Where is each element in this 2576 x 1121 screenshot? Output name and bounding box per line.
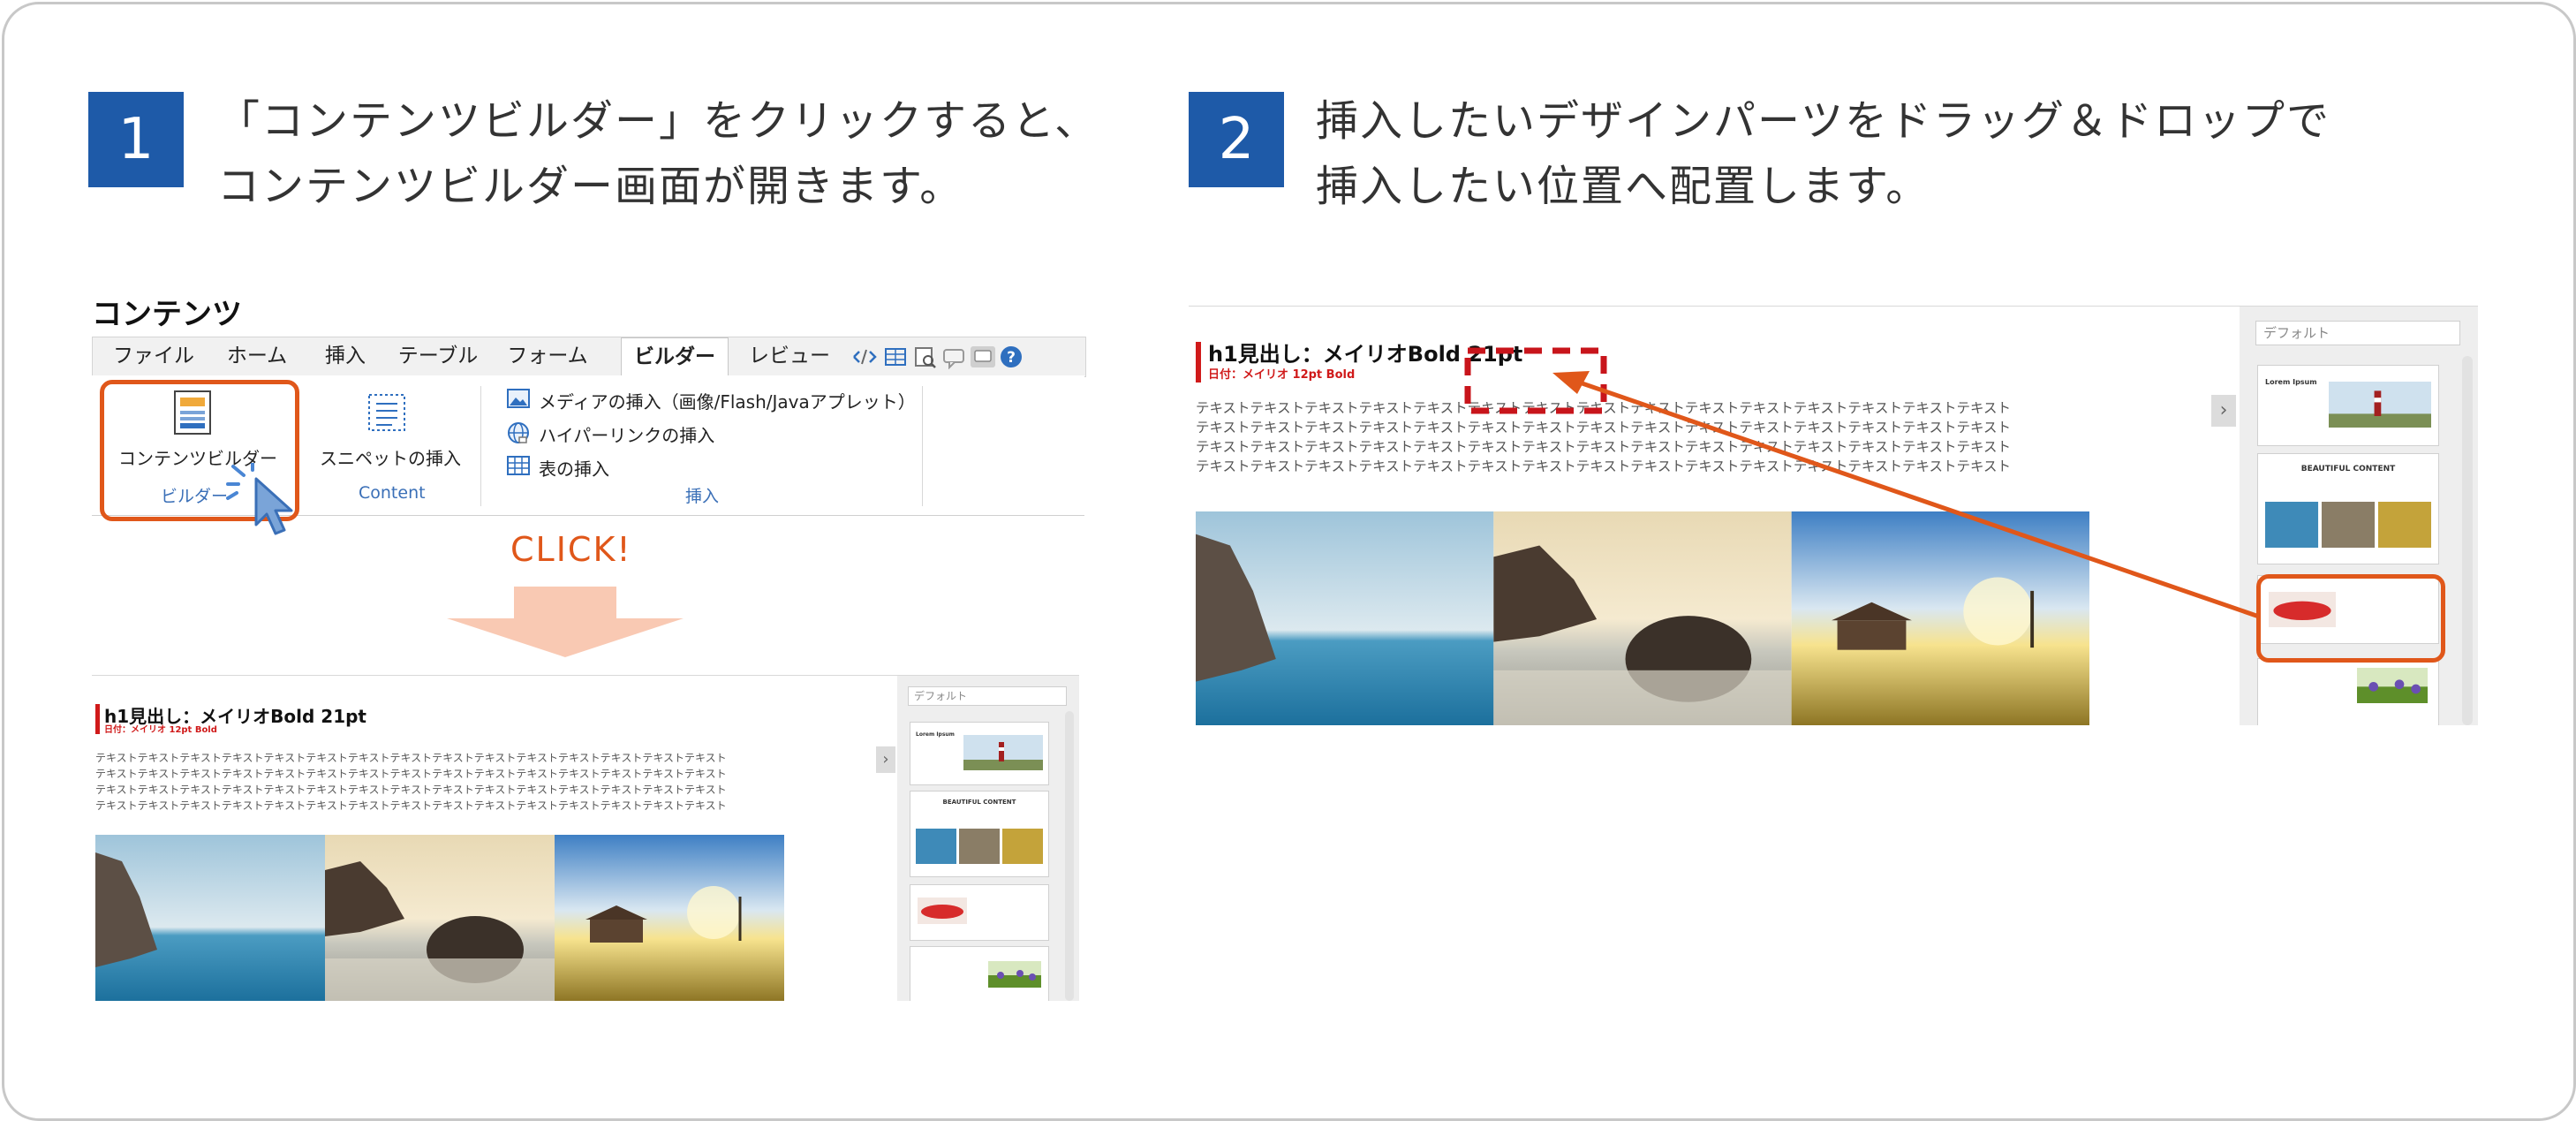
down-arrow-icon (447, 587, 684, 657)
step-2-line-2: 挿入したい位置へ配置します。 (1316, 162, 1930, 211)
snippet-icon (368, 394, 405, 431)
body-line: テキストテキストテキストテキストテキストテキストテキストテキストテキストテキスト… (95, 784, 727, 796)
heading-accent-bar (1196, 342, 1201, 383)
photo-strip[interactable] (95, 835, 784, 1001)
thumb-heading: BEAUTIFUL CONTENT (942, 799, 1016, 806)
dragged-snippet-highlight (2256, 574, 2445, 663)
heading-accent-bar (95, 704, 100, 734)
tab-home[interactable]: ホーム (213, 337, 301, 375)
step-2-badge: 2 (1189, 92, 1284, 187)
red-item-image (918, 898, 967, 924)
media-insert-button[interactable]: メディアの挿入（画像/Flash/Javaアプレット） (539, 388, 916, 413)
preview-icon (915, 347, 936, 368)
thumb-photos (916, 829, 1043, 864)
step-1-line-1: 「コンテンツビルダー」をクリックすると、 (217, 96, 1099, 146)
snippet-thumb-1[interactable]: Lorem Ipsum (910, 722, 1049, 785)
snippet-insert-button[interactable]: スニペットの挿入 (320, 444, 461, 470)
editor-date[interactable]: 日付：メイリオ 12pt Bold (104, 722, 217, 735)
flowers-image (2357, 668, 2428, 703)
snippet-thumb-4[interactable] (2257, 658, 2439, 725)
toolbar-icons[interactable]: ? (850, 345, 1062, 369)
rocky-beach-photo (325, 835, 555, 1001)
content-builder-preview-1: h1見出し：メイリオBold 21pt 日付：メイリオ 12pt Bold テキ… (92, 675, 1079, 1001)
step-1-text: 「コンテンツビルダー」をクリックすると、 コンテンツビルダー画面が開きます。 (217, 88, 1099, 219)
snippet-thumb-3[interactable] (910, 884, 1049, 941)
table-icon (507, 456, 530, 475)
snippet-thumb-2[interactable]: BEAUTIFUL CONTENT (910, 791, 1049, 877)
tab-builder[interactable]: ビルダー (621, 337, 729, 376)
ribbon-divider (480, 386, 481, 506)
tab-review[interactable]: レビュー (741, 337, 838, 375)
source-code-icon (853, 349, 877, 365)
snippet-thumb-4[interactable] (910, 946, 1049, 1001)
drag-drop-overlay (1464, 347, 2260, 619)
snippet-thumb-1[interactable]: Lorem Ipsum (2257, 365, 2439, 446)
insert-group-label: 挿入 (685, 487, 720, 506)
svg-text:?: ? (1007, 349, 1016, 367)
sidebar-scrollbar[interactable] (1065, 711, 1074, 1001)
body-line: テキストテキストテキストテキストテキストテキストテキストテキストテキストテキスト… (95, 799, 727, 812)
editor-date[interactable]: 日付：メイリオ 12pt Bold (1208, 365, 1355, 382)
lighthouse-image (2329, 382, 2431, 428)
thumb-photos (2265, 502, 2431, 548)
click-label: CLICK! (510, 530, 632, 569)
hyperlink-insert-button[interactable]: ハイパーリンクの挿入 (539, 421, 714, 447)
flowers-image (988, 961, 1041, 988)
table-insert-button[interactable]: 表の挿入 (539, 455, 609, 481)
sidebar-scrollbar[interactable] (2462, 356, 2473, 725)
mouse-cursor-icon (226, 463, 293, 535)
step-2-text: 挿入したいデザインパーツをドラッグ＆ドロップで 挿入したい位置へ配置します。 (1316, 88, 2330, 219)
comment-icon (943, 349, 964, 369)
comments-panel-icon (971, 346, 995, 367)
tab-file[interactable]: ファイル (105, 337, 202, 375)
body-line: テキストテキストテキストテキストテキストテキストテキストテキストテキストテキスト… (95, 768, 727, 780)
sidebar-toggle-button[interactable]: › (876, 746, 895, 773)
ribbon-divider (922, 386, 923, 506)
media-icon (507, 389, 530, 408)
farmhouse-photo (555, 835, 784, 1001)
contents-section-title: コンテンツ (92, 297, 242, 332)
sea-cliff-photo (95, 835, 325, 1001)
snippet-filter-select[interactable]: デフォルト (908, 686, 1067, 706)
body-line: テキストテキストテキストテキストテキストテキストテキストテキストテキストテキスト… (95, 752, 727, 764)
step-1-badge: 1 (88, 92, 184, 187)
snippet-thumb-2[interactable]: BEAUTIFUL CONTENT (2257, 453, 2439, 564)
snippet-filter-select[interactable]: デフォルト (2255, 321, 2460, 345)
drag-arrow-line (1571, 377, 2260, 619)
lighthouse-image (963, 735, 1043, 770)
hyperlink-icon (508, 422, 529, 443)
tab-insert[interactable]: 挿入 (310, 337, 381, 375)
step-1-line-2: コンテンツビルダー画面が開きます。 (217, 162, 964, 211)
content-group-label: Content (359, 483, 426, 503)
help-icon: ? (1001, 346, 1022, 367)
grid-icon (885, 348, 906, 366)
thumb-heading: BEAUTIFUL CONTENT (2300, 465, 2396, 473)
thumb-title: Lorem Ipsum (916, 731, 955, 738)
editor-body-text[interactable]: テキストテキストテキストテキストテキストテキストテキストテキストテキストテキスト… (95, 750, 784, 814)
step-2-line-1: 挿入したいデザインパーツをドラッグ＆ドロップで (1316, 96, 2331, 146)
tab-form[interactable]: フォーム (499, 337, 596, 375)
tab-table[interactable]: テーブル (389, 337, 487, 375)
ribbon-tab-bar: ファイル ホーム 挿入 テーブル フォーム ビルダー レビュー ? (92, 337, 1086, 377)
